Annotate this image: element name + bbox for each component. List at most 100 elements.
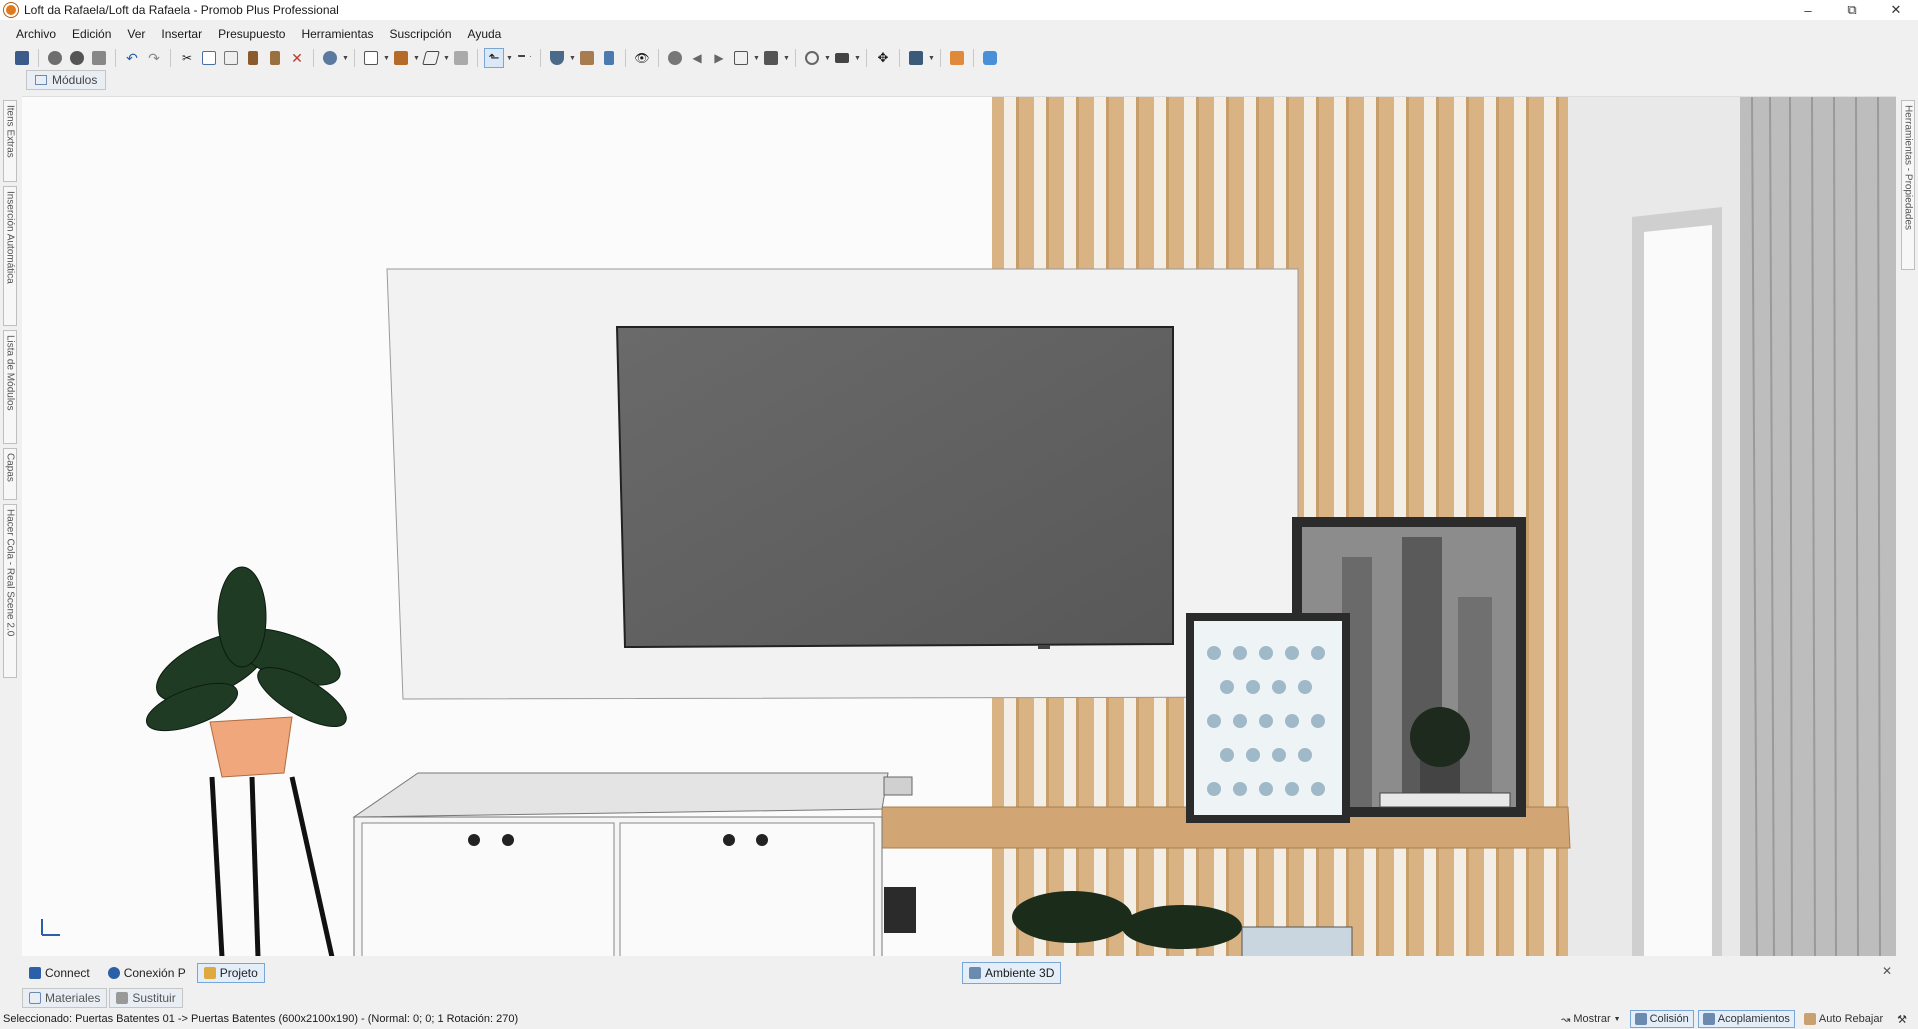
chevron-down-icon[interactable]: ▼ (824, 55, 831, 62)
button-label: Auto Rebajar (1818, 1013, 1884, 1025)
cabinet-door-right[interactable] (619, 822, 875, 956)
chat-icon[interactable] (980, 48, 1000, 68)
hammer-icon[interactable] (243, 48, 263, 68)
rail-label: Lista de Módulos (4, 335, 16, 411)
rail-tab-hacer-cola[interactable]: Hacer Cola - Real Scene 2.0 (3, 504, 17, 678)
delete-icon[interactable]: ✕ (287, 48, 307, 68)
cabinet-top[interactable] (352, 772, 889, 818)
right-icon[interactable]: ▶ (709, 48, 729, 68)
select-icon[interactable]: ⬑ (484, 48, 504, 68)
chevron-down-icon[interactable]: ▼ (506, 55, 513, 62)
shield-icon[interactable] (547, 48, 567, 68)
tab-sustituir[interactable]: Sustituir (109, 988, 183, 1008)
main-toolbar: ↶ ↷ ✂ ✕ ▼ ▼ ▼ ▼ ⬑ ▼ ▼ 👁 ◀ ▶ ▼ ▼ ▼ ▼ ✥ ▼ (0, 46, 1918, 70)
shape-icon[interactable] (421, 48, 441, 68)
tab-projeto[interactable]: Projeto (196, 963, 265, 983)
close-button[interactable]: ✕ (1874, 0, 1918, 20)
plant-pot[interactable] (209, 716, 293, 778)
toolbar-separator (940, 49, 941, 67)
toolbar-separator (866, 49, 867, 67)
close-icon[interactable]: ✕ (1882, 964, 1892, 978)
restore-button[interactable]: ⧉ (1830, 0, 1874, 20)
minimize-button[interactable]: – (1786, 0, 1830, 20)
tab-connect[interactable]: Connect (22, 963, 97, 983)
modulos-tab[interactable]: Módulos (26, 70, 107, 90)
shelf-plant[interactable] (1410, 707, 1470, 767)
rail-label: Inserción Automática (4, 191, 16, 284)
cabinet-door-left[interactable] (361, 822, 615, 956)
sphere-icon[interactable] (320, 48, 340, 68)
render-icon[interactable] (67, 48, 87, 68)
toolbar-separator (170, 49, 171, 67)
open-icon[interactable] (45, 48, 65, 68)
menu-suscripcion[interactable]: Suscripción (382, 22, 460, 46)
acoplamientos-toggle[interactable]: Acoplamientos (1697, 1010, 1795, 1028)
rail-label: Itens Extras (4, 105, 16, 158)
chevron-down-icon[interactable]: ▼ (443, 55, 450, 62)
print-icon[interactable] (89, 48, 109, 68)
rail-tab-herramientas-propiedades[interactable]: Herramientas - Propiedades (1901, 100, 1915, 270)
chevron-down-icon[interactable]: ▼ (783, 55, 790, 62)
view-icon[interactable] (731, 48, 751, 68)
rotate-icon[interactable] (665, 48, 685, 68)
menu-insertar[interactable]: Insertar (153, 22, 210, 46)
layout-icon[interactable] (361, 48, 381, 68)
menu-ver[interactable]: Ver (119, 22, 153, 46)
door-opening (1644, 225, 1712, 956)
tab-ambiente-3d[interactable]: Ambiente 3D (962, 962, 1062, 984)
tools-icon[interactable]: ⚒ (1892, 1010, 1912, 1028)
cut-icon[interactable]: ✂ (177, 48, 197, 68)
menu-herramientas[interactable]: Herramientas (293, 22, 381, 46)
chevron-down-icon[interactable]: ▼ (569, 55, 576, 62)
measure-icon[interactable] (514, 48, 534, 68)
auto-rebajar-toggle[interactable]: Auto Rebajar (1799, 1010, 1888, 1028)
camera-icon[interactable] (832, 48, 852, 68)
paint-icon[interactable] (265, 48, 285, 68)
undo-icon[interactable]: ↶ (122, 48, 142, 68)
chevron-down-icon[interactable]: ▼ (753, 55, 760, 62)
person-icon[interactable] (947, 48, 967, 68)
books[interactable] (1379, 792, 1511, 808)
chevron-down-icon[interactable]: ▼ (342, 55, 349, 62)
menu-ayuda[interactable]: Ayuda (460, 22, 510, 46)
tab-conexion[interactable]: Conexión P (101, 963, 193, 983)
left-icon[interactable]: ◀ (687, 48, 707, 68)
mostrar-button[interactable]: ↝ Mostrar ▼ (1556, 1010, 1625, 1028)
link-icon[interactable] (802, 48, 822, 68)
tab-label: Connect (45, 966, 90, 980)
rail-tab-capas[interactable]: Capas (3, 448, 17, 500)
television[interactable] (615, 326, 1174, 649)
list-icon[interactable] (906, 48, 926, 68)
redo-icon[interactable]: ↷ (144, 48, 164, 68)
chevron-down-icon[interactable]: ▼ (383, 55, 390, 62)
cabinet-icon[interactable] (577, 48, 597, 68)
chevron-down-icon[interactable]: ▼ (413, 55, 420, 62)
tv-logo (1038, 645, 1050, 649)
chevron-down-icon[interactable]: ▼ (854, 55, 861, 62)
colision-toggle[interactable]: Colisión (1629, 1010, 1694, 1028)
menu-presupuesto[interactable]: Presupuesto (210, 22, 293, 46)
curtain[interactable] (1740, 97, 1896, 956)
move-icon[interactable]: ✥ (873, 48, 893, 68)
gray-icon[interactable] (451, 48, 471, 68)
eye-icon[interactable]: 👁 (632, 48, 652, 68)
rail-tab-itens-extras[interactable]: Itens Extras (3, 100, 17, 182)
paste-icon[interactable] (221, 48, 241, 68)
box-icon[interactable] (761, 48, 781, 68)
3d-viewport[interactable] (22, 96, 1896, 956)
rail-tab-insercion-automatica[interactable]: Inserción Automática (3, 186, 17, 326)
save-icon[interactable] (12, 48, 32, 68)
modules-icon[interactable] (391, 48, 411, 68)
button-label: Acoplamientos (1717, 1013, 1790, 1025)
tab-label: Conexión P (123, 966, 186, 980)
speaker[interactable] (884, 887, 916, 933)
tab-label: Sustituir (132, 991, 176, 1005)
tab-materiales[interactable]: Materiales (22, 988, 108, 1008)
chevron-down-icon[interactable]: ▼ (928, 55, 935, 62)
rail-tab-lista-modulos[interactable]: Lista de Módulos (3, 330, 17, 444)
menu-archivo[interactable]: Archivo (8, 22, 64, 46)
menu-edicion[interactable]: Edición (64, 22, 119, 46)
copy-icon[interactable] (199, 48, 219, 68)
3d-icon[interactable] (599, 48, 619, 68)
toolbar-separator (658, 49, 659, 67)
